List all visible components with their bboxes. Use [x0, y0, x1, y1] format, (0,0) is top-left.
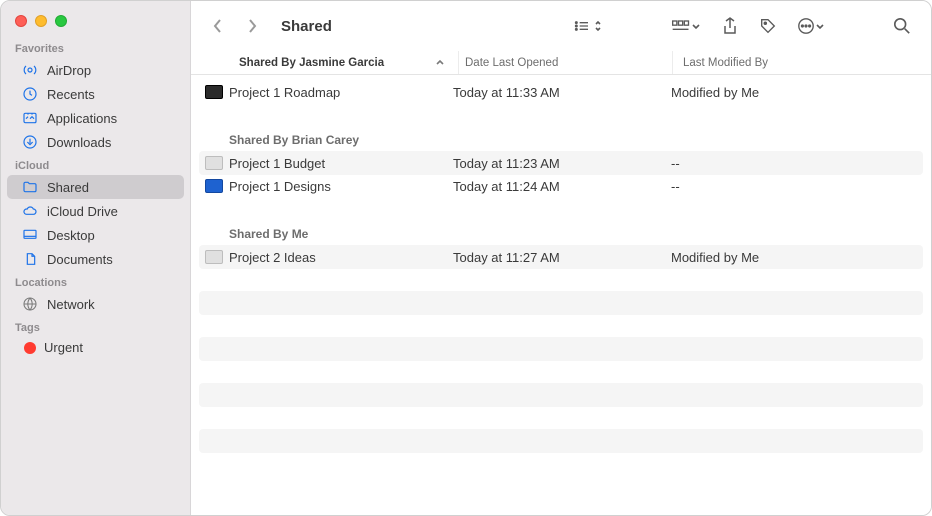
sidebar-item-applications[interactable]: Applications — [7, 106, 184, 130]
file-row[interactable]: Project 1 Roadmap Today at 11:33 AM Modi… — [191, 81, 931, 103]
empty-row — [199, 337, 923, 361]
file-row[interactable]: Project 2 Ideas Today at 11:27 AM Modifi… — [199, 245, 923, 269]
file-modified: -- — [671, 156, 923, 171]
file-date: Today at 11:33 AM — [453, 85, 671, 100]
group-label: Shared By Brian Carey — [191, 123, 931, 151]
sidebar-item-label: Applications — [47, 111, 117, 126]
sidebar-item-label: Documents — [47, 252, 113, 267]
file-modified: -- — [671, 179, 931, 194]
sidebar-item-label: Downloads — [47, 135, 111, 150]
file-row[interactable]: Project 1 Budget Today at 11:23 AM -- — [199, 151, 923, 175]
network-icon — [21, 295, 39, 313]
shared-folder-icon — [21, 178, 39, 196]
file-icon — [205, 179, 223, 193]
sidebar-item-network[interactable]: Network — [7, 292, 184, 316]
sidebar-item-label: AirDrop — [47, 63, 91, 78]
sort-ascending-icon — [435, 58, 445, 68]
zoom-button[interactable] — [55, 15, 67, 27]
column-header-name[interactable]: Shared By Jasmine Garcia — [229, 51, 459, 74]
minimize-button[interactable] — [35, 15, 47, 27]
sidebar-item-label: Urgent — [44, 340, 83, 355]
empty-row — [199, 429, 923, 453]
column-header-date[interactable]: Date Last Opened — [455, 51, 673, 74]
section-header-favorites: Favorites — [1, 37, 190, 58]
file-row[interactable]: Project 1 Designs Today at 11:24 AM -- — [191, 175, 931, 197]
cloud-icon — [21, 202, 39, 220]
sidebar-item-icloud-drive[interactable]: iCloud Drive — [7, 199, 184, 223]
section-header-icloud: iCloud — [1, 154, 190, 175]
window-controls — [1, 9, 190, 37]
file-name: Project 1 Designs — [229, 179, 453, 194]
close-button[interactable] — [15, 15, 27, 27]
finder-window: Favorites AirDrop Recents Applications D… — [0, 0, 932, 516]
desktop-icon — [21, 226, 39, 244]
forward-button[interactable] — [239, 14, 265, 38]
back-button[interactable] — [205, 14, 231, 38]
column-header-modified[interactable]: Last Modified By — [673, 51, 931, 74]
clock-icon — [21, 85, 39, 103]
sidebar-item-label: Shared — [47, 180, 89, 195]
empty-row — [199, 383, 923, 407]
sidebar-item-recents[interactable]: Recents — [7, 82, 184, 106]
sidebar-item-tag-urgent[interactable]: Urgent — [7, 337, 184, 358]
toolbar: Shared — [191, 1, 931, 51]
sidebar-item-downloads[interactable]: Downloads — [7, 130, 184, 154]
group-label: Shared By Me — [191, 217, 931, 245]
file-name: Project 2 Ideas — [229, 250, 453, 265]
sidebar-item-label: Recents — [47, 87, 95, 102]
more-actions-button[interactable] — [791, 13, 831, 39]
file-name: Project 1 Budget — [229, 156, 453, 171]
sidebar-item-airdrop[interactable]: AirDrop — [7, 58, 184, 82]
window-title: Shared — [281, 18, 332, 35]
group-by-button[interactable] — [665, 13, 707, 39]
apps-icon — [21, 109, 39, 127]
tags-button[interactable] — [753, 13, 783, 39]
documents-icon — [21, 250, 39, 268]
tag-dot-red — [24, 342, 36, 354]
file-date: Today at 11:24 AM — [453, 179, 671, 194]
file-list: Project 1 Roadmap Today at 11:33 AM Modi… — [191, 75, 931, 515]
column-headers: Shared By Jasmine Garcia Date Last Opene… — [191, 51, 931, 75]
sidebar-item-label: Desktop — [47, 228, 95, 243]
empty-row — [199, 291, 923, 315]
sidebar-item-desktop[interactable]: Desktop — [7, 223, 184, 247]
downloads-icon — [21, 133, 39, 151]
file-date: Today at 11:23 AM — [453, 156, 671, 171]
sidebar-item-documents[interactable]: Documents — [7, 247, 184, 271]
main-content: Shared — [191, 1, 931, 515]
search-button[interactable] — [887, 13, 917, 39]
section-header-tags: Tags — [1, 316, 190, 337]
file-modified: Modified by Me — [671, 250, 923, 265]
file-icon — [205, 85, 223, 99]
file-modified: Modified by Me — [671, 85, 931, 100]
sidebar-item-label: iCloud Drive — [47, 204, 118, 219]
share-button[interactable] — [715, 13, 745, 39]
file-icon — [205, 156, 223, 170]
section-header-locations: Locations — [1, 271, 190, 292]
file-icon — [205, 250, 223, 264]
file-name: Project 1 Roadmap — [229, 85, 453, 100]
sidebar: Favorites AirDrop Recents Applications D… — [1, 1, 191, 515]
sidebar-item-shared[interactable]: Shared — [7, 175, 184, 199]
view-options-button[interactable] — [567, 13, 609, 39]
airdrop-icon — [21, 61, 39, 79]
file-date: Today at 11:27 AM — [453, 250, 671, 265]
sidebar-item-label: Network — [47, 297, 95, 312]
